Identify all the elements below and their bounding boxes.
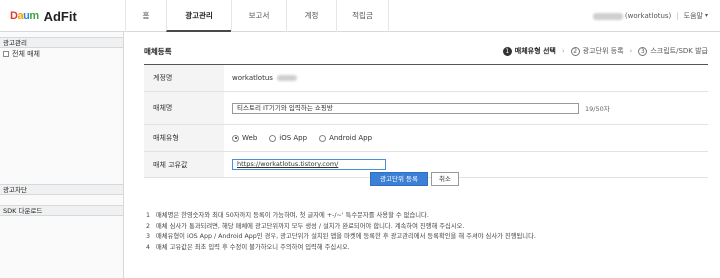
note-item: 1 매체명은 한영숫자와 최대 50자까지 등록이 가능하며, 첫 글자에 +-/… xyxy=(146,211,536,222)
form-row-media-type: 매체유형 Web iOS App Android App xyxy=(144,125,708,152)
note-text: 매체유형이 iOS App / Android App인 경우, 광고단위가 설… xyxy=(156,233,536,240)
user-id[interactable]: (workatlotus) xyxy=(625,0,671,32)
nav-reports[interactable]: 보고서 xyxy=(231,0,286,32)
note-number: 4 xyxy=(146,243,151,251)
char-counter: 19/50자 xyxy=(585,105,610,113)
cancel-button[interactable]: 취소 xyxy=(430,172,459,186)
radio-icon xyxy=(269,134,277,142)
step-number: 3 xyxy=(638,46,648,56)
media-id-value: https://workatlotus.tistory.com/ xyxy=(237,160,339,168)
account-value: workatlotus xyxy=(224,65,708,91)
sidebar: 광고관리 전체 매체 광고차단 SDK 다운로드 xyxy=(0,32,124,278)
radio-web[interactable]: Web xyxy=(232,134,257,142)
step-number: 2 xyxy=(570,46,580,56)
account-label: 계정명 xyxy=(144,65,224,91)
divider: | xyxy=(676,12,679,20)
step-3: 3 스크립트/SDK 발급 xyxy=(638,46,708,56)
user-area: (workatlotus) | 도움말 ▾ xyxy=(592,0,708,32)
note-text: 매체명은 한영숫자와 최대 50자까지 등록이 가능하며, 첫 글자에 +-/~… xyxy=(156,212,429,219)
step-1: 1 매체유형 선택 xyxy=(502,46,556,56)
sidebar-item-label: 전체 매체 xyxy=(12,50,40,58)
media-name-input[interactable]: 티스토리 IT기기와 입력하는 쇼핑방 xyxy=(232,102,579,114)
radio-ios-app[interactable]: iOS App xyxy=(269,134,307,142)
blurred-username xyxy=(592,12,623,20)
nav-credits[interactable]: 적립금 xyxy=(336,0,389,32)
radio-icon xyxy=(319,134,327,142)
note-text: 매체 고유값은 최초 입력 후 수정이 불가하오니 주의하여 입력해 주십시오. xyxy=(156,243,350,251)
sidebar-section-sdk-download[interactable]: SDK 다운로드 xyxy=(0,205,123,216)
radio-android-app[interactable]: Android App xyxy=(319,134,372,142)
media-name-label: 매체명 xyxy=(144,92,224,124)
top-bar: Daum AdFit 홈 광고관리 보고서 계정 적립금 (workatlotu… xyxy=(0,0,720,32)
media-id-input[interactable]: https://workatlotus.tistory.com/ xyxy=(232,159,386,170)
sidebar-section-ad-block[interactable]: 광고차단 xyxy=(0,184,123,195)
logo-letter: m xyxy=(29,10,39,22)
media-id-cell: https://workatlotus.tistory.com/ xyxy=(224,152,708,177)
media-name-cell: 티스토리 IT기기와 입력하는 쇼핑방 19/50자 xyxy=(224,92,708,124)
note-number: 3 xyxy=(146,233,151,240)
radio-selected-icon xyxy=(232,134,239,142)
step-arrow-icon: › xyxy=(629,47,633,55)
form-actions: 광고단위 등록 취소 xyxy=(370,172,462,186)
note-text: 매체 심사가 통과되려면, 해당 매체에 광고단위까지 모두 생성 / 설치가 … xyxy=(156,222,465,230)
step-indicator: 1 매체유형 선택 › 2 광고단위 등록 › 3 스크립트/SDK 발급 xyxy=(502,46,708,56)
blurred-account xyxy=(276,75,297,81)
main-nav: 홈 광고관리 보고서 계정 적립금 xyxy=(125,0,389,32)
nav-home[interactable]: 홈 xyxy=(125,0,166,32)
form-row-media-name: 매체명 티스토리 IT기기와 입력하는 쇼핑방 19/50자 xyxy=(144,92,708,125)
note-item: 4 매체 고유값은 최초 입력 후 수정이 불가하오니 주의하여 입력해 주십시오… xyxy=(146,243,536,254)
product-name: AdFit xyxy=(43,8,77,24)
step-2: 2 광고단위 등록 xyxy=(570,46,624,56)
notes-list: 1 매체명은 한영숫자와 최대 50자까지 등록이 가능하며, 첫 글자에 +-/… xyxy=(146,211,536,253)
sidebar-item-all-media[interactable]: 전체 매체 xyxy=(0,48,123,60)
account-name: workatlotus xyxy=(232,74,273,82)
note-number: 2 xyxy=(146,222,151,230)
media-register-form: 계정명 workatlotus 매체명 티스토리 IT기기와 입력하는 쇼핑방 … xyxy=(144,64,708,178)
step-number: 1 xyxy=(502,46,512,56)
form-row-account: 계정명 workatlotus xyxy=(144,65,708,92)
media-type-options: Web iOS App Android App xyxy=(224,125,708,151)
step-label: 광고단위 등록 xyxy=(582,47,624,55)
media-id-label: 매체 고유값 xyxy=(144,152,224,177)
chevron-down-icon[interactable]: ▾ xyxy=(705,0,708,32)
daum-logo-mark: Daum xyxy=(10,10,39,22)
nav-ad-management[interactable]: 광고관리 xyxy=(166,0,231,32)
adfit-logo[interactable]: Daum AdFit xyxy=(10,8,77,24)
radio-label: Web xyxy=(242,134,258,142)
page-title: 매체등록 xyxy=(144,47,172,56)
step-label: 매체유형 선택 xyxy=(514,47,556,55)
help-menu[interactable]: 도움말 xyxy=(684,0,703,32)
radio-label: iOS App xyxy=(279,134,308,142)
note-item: 2 매체 심사가 통과되려면, 해당 매체에 광고단위까지 모두 생성 / 설치가… xyxy=(146,222,536,233)
checkbox-icon xyxy=(3,51,9,57)
main-content: 매체등록 1 매체유형 선택 › 2 광고단위 등록 › 3 스크립트/SDK … xyxy=(138,32,708,278)
step-label: 스크립트/SDK 발급 xyxy=(650,47,708,55)
media-type-label: 매체유형 xyxy=(144,125,224,151)
radio-label: Android App xyxy=(329,134,373,142)
register-ad-unit-button[interactable]: 광고단위 등록 xyxy=(370,172,428,186)
sidebar-section-ad-management[interactable]: 광고관리 xyxy=(0,37,123,48)
step-arrow-icon: › xyxy=(561,47,565,55)
note-item: 3 매체유형이 iOS App / Android App인 경우, 광고단위가 … xyxy=(146,232,536,243)
note-number: 1 xyxy=(146,212,151,219)
nav-account[interactable]: 계정 xyxy=(286,0,336,32)
